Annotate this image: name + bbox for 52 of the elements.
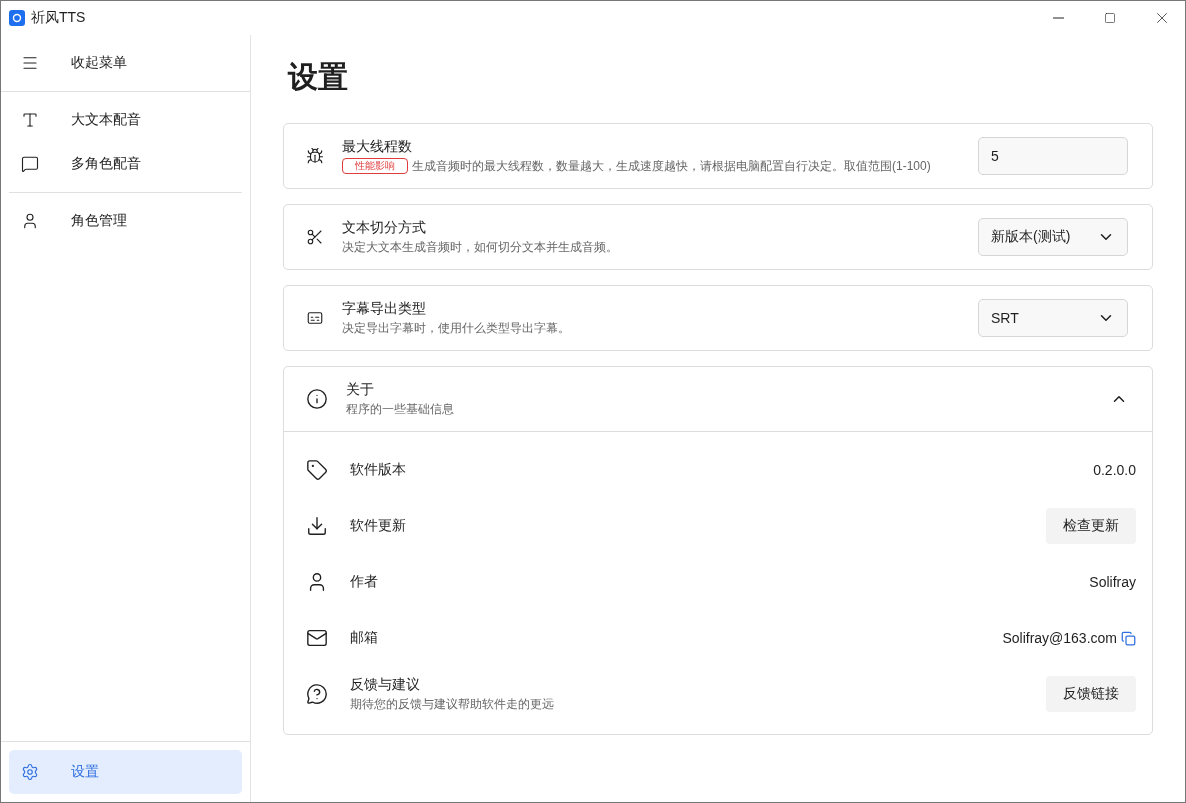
sidebar-item[interactable]: 多角色配音 — [9, 142, 242, 186]
settings-icon — [21, 763, 39, 781]
setting-description: 决定导出字幕时，使用什么类型导出字幕。 — [342, 319, 570, 337]
warning-tag: 性能影响 — [342, 158, 408, 174]
sidebar-item[interactable]: 角色管理 — [9, 199, 242, 243]
sidebar-item-label: 大文本配音 — [71, 111, 141, 129]
window-title: 祈风TTS — [31, 9, 87, 27]
speech-bubble-icon — [21, 155, 39, 173]
menu-icon — [21, 54, 39, 72]
info-label: 软件更新 — [350, 517, 407, 535]
setting-description: 生成音频时的最大线程数，数量越大，生成速度越快，请根据电脑配置自行决定。取值范围(1-100) — [412, 157, 931, 175]
sidebar-item[interactable]: 设置 — [9, 750, 242, 794]
tag-icon — [306, 459, 328, 481]
minimize-icon — [1052, 17, 1064, 19]
maximize-icon — [1104, 12, 1116, 24]
mail-icon — [306, 627, 328, 649]
info-label: 软件版本 — [350, 461, 407, 479]
collapse-menu-label: 收起菜单 — [71, 54, 127, 72]
info-label: 反馈与建议 — [350, 675, 421, 694]
number-input[interactable]: 5 — [978, 137, 1128, 175]
app-logo-icon — [9, 10, 25, 26]
setting-title: 字幕导出类型 — [342, 299, 427, 318]
action-button[interactable]: 检查更新 — [1046, 508, 1136, 544]
person-icon — [21, 212, 39, 230]
sidebar-item-label: 设置 — [71, 763, 99, 781]
section-title: 关于 — [346, 380, 375, 399]
email-value: Solifray@163.com — [1002, 630, 1117, 646]
info-icon — [306, 388, 328, 410]
info-label: 邮箱 — [350, 629, 379, 647]
caption-icon — [306, 309, 324, 327]
sidebar-item-label: 角色管理 — [71, 212, 127, 230]
action-button[interactable]: 反馈链接 — [1046, 676, 1136, 712]
setting-title: 文本切分方式 — [342, 218, 427, 237]
question-bubble-icon — [306, 683, 328, 705]
page-title: 设置 — [288, 59, 349, 95]
download-icon — [306, 515, 328, 537]
info-description: 期待您的反馈与建议帮助软件走的更远 — [350, 695, 555, 713]
bug-icon — [306, 147, 324, 165]
info-value: Solifray — [1089, 574, 1136, 590]
setting-title: 最大线程数 — [342, 137, 413, 156]
copy-icon[interactable] — [1121, 630, 1136, 646]
info-label: 作者 — [350, 573, 379, 591]
sidebar-item-label: 多角色配音 — [71, 155, 141, 173]
info-value: 0.2.0.0 — [1093, 462, 1136, 478]
sidebar-item[interactable]: 大文本配音 — [9, 98, 242, 142]
setting-description: 决定大文本生成音频时，如何切分文本并生成音频。 — [342, 238, 618, 256]
dropdown[interactable]: SRT — [978, 299, 1128, 337]
scissors-icon — [306, 228, 324, 246]
dropdown[interactable]: 新版本(测试) — [978, 218, 1128, 256]
section-description: 程序的一些基础信息 — [346, 400, 455, 418]
text-icon — [21, 111, 39, 129]
collapse-menu-button[interactable]: 收起菜单 — [9, 35, 242, 91]
